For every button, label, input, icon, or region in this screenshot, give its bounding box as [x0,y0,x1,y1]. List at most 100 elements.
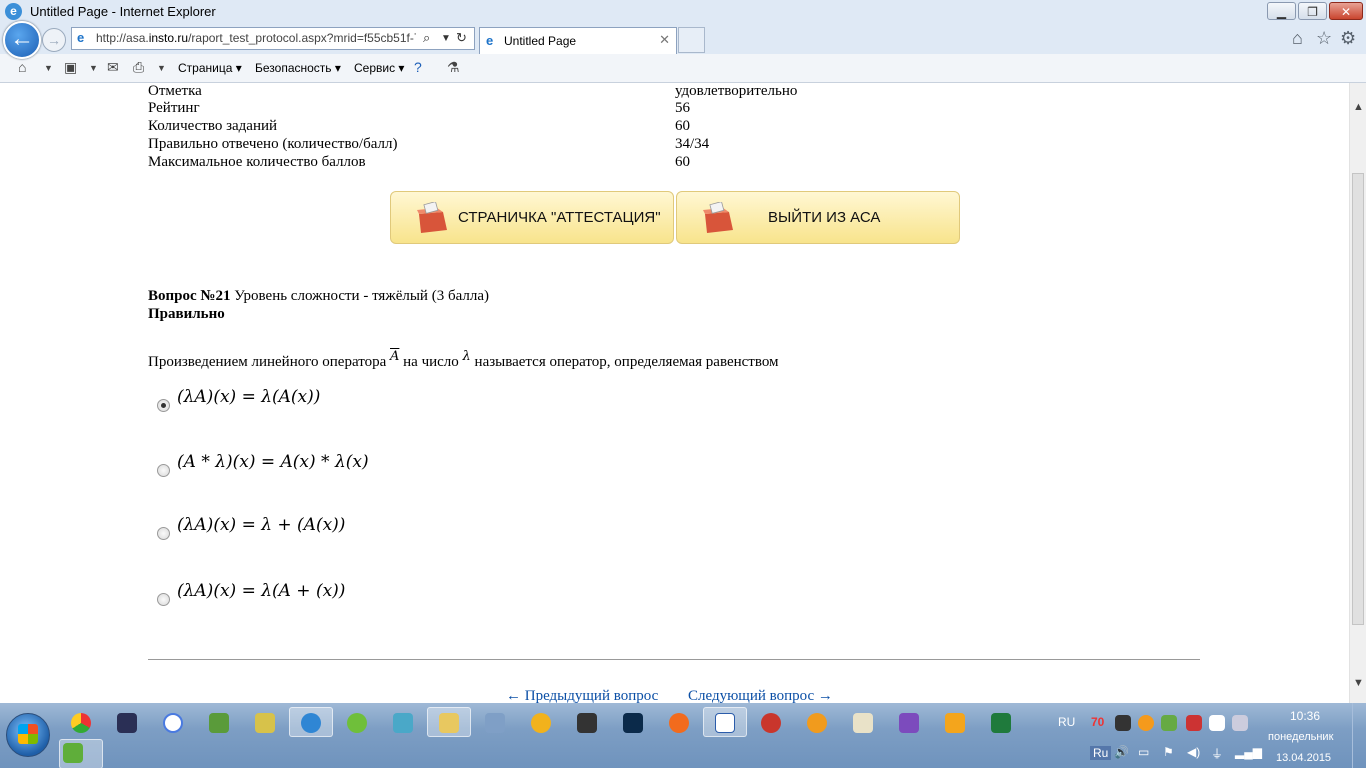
avast-tray-icon[interactable] [1138,715,1154,731]
tab-untitled-page[interactable]: e Untitled Page ✕ [479,27,677,54]
calendar-app-icon[interactable] [761,713,781,733]
ballot-box-icon [417,202,447,233]
flag-tray-icon[interactable]: ⚑ [1163,745,1174,759]
vertical-scrollbar[interactable]: ▲ ▼ [1349,83,1366,703]
page-menu[interactable]: Страница ▾ [178,61,242,75]
volume-icon[interactable]: ◀) [1187,745,1200,759]
bluestacks-tray-icon[interactable] [1161,715,1177,731]
stat-label: Максимальное количество баллов [148,154,366,170]
address-bar[interactable]: e http://asa.insto.ru/raport_test_protoc… [71,27,475,50]
notification-badge[interactable]: 70 [1091,715,1104,729]
excel-icon[interactable] [991,713,1011,733]
firefox-icon[interactable] [669,713,689,733]
word-icon[interactable] [715,713,735,733]
question-header: Вопрос №21 Уровень сложности - тяжёлый (… [148,288,489,305]
taskbar: RU 70 Ru 🔊 ▭ ⚑ ◀) ⏚ ▂▄▆ 10:36 понедельни… [0,703,1366,769]
minimize-button[interactable]: ▁ [1267,2,1296,20]
scrollbar-thumb[interactable] [1352,173,1364,625]
grid-app-icon[interactable] [853,713,873,733]
display-tray-icon[interactable]: ▭ [1138,745,1149,759]
feeds-dropdown-icon[interactable]: ▼ [89,63,98,73]
address-url[interactable]: http://asa.insto.ru/raport_test_protocol… [96,31,416,45]
mail-icon[interactable]: ✉ [107,59,119,76]
attestation-page-button[interactable]: СТРАНИЧКА "АТТЕСТАЦИЯ" [390,191,674,244]
camera-icon[interactable] [577,713,597,733]
ie-logo-icon: e [5,3,22,20]
next-question-link[interactable]: Следующий вопрос → [688,688,833,703]
window-title: Untitled Page - Internet Explorer [30,4,216,19]
folder-icon[interactable] [439,713,459,733]
exit-asa-button[interactable]: ВЫЙТИ ИЗ АСА [676,191,960,244]
scroll-down-arrow-icon[interactable]: ▼ [1353,677,1364,689]
notes-icon[interactable] [255,713,275,733]
print-dropdown-icon[interactable]: ▼ [157,63,166,73]
show-desktop-button[interactable] [1352,703,1366,768]
ballot-box-icon [703,202,733,233]
answer-radio[interactable] [157,593,170,606]
command-bar: ⌂ ▼ ▣ ▼ ✉ ⎙ ▼ Страница ▾ Безопасность ▾ … [0,54,1366,83]
tools-tray-icon[interactable] [1186,715,1202,731]
chrome-icon[interactable] [71,713,91,733]
home-dropdown-icon[interactable]: ▼ [44,63,53,73]
answer-radio[interactable] [157,527,170,540]
pen-tray-icon[interactable] [1232,715,1248,731]
tools-menu-label: Сервис [354,61,396,75]
page-menu-label: Страница [178,61,233,75]
home-icon[interactable]: ⌂ [18,59,26,75]
new-tab-button[interactable] [678,27,705,53]
photoshop-icon[interactable] [623,713,643,733]
visual-studio-icon[interactable] [899,713,919,733]
network-tray-icon[interactable]: ⏚ [1211,745,1223,762]
signal-icon[interactable]: ▂▄▆ [1235,745,1262,759]
favorites-star-icon[interactable]: ☆ [1316,28,1332,49]
question-text: Произведением линейного оператора A на ч… [148,349,779,371]
tab-close-icon[interactable]: ✕ [659,32,670,48]
second-app-icon[interactable] [807,713,827,733]
avast-icon[interactable] [531,713,551,733]
wifi-manager-icon[interactable] [347,713,367,733]
sound-tray-icon[interactable]: 🔊 [1114,745,1129,759]
forward-button[interactable]: → [42,28,66,52]
question-text-part2: на число [403,354,459,370]
close-button[interactable]: ✕ [1329,2,1363,20]
bluestacks-icon[interactable] [63,743,83,763]
clock-time[interactable]: 10:36 [1290,709,1320,723]
research-icon[interactable]: ⚗ [447,59,460,76]
scroll-up-arrow-icon[interactable]: ▲ [1353,101,1364,113]
language-indicator[interactable]: RU [1058,715,1075,729]
restore-button[interactable]: ❐ [1298,2,1327,20]
print-icon[interactable]: ⎙ [133,59,144,76]
previous-question-link[interactable]: ← Предыдущий вопрос [506,688,658,703]
stat-label: Количество заданий [148,118,278,134]
media-player-icon[interactable] [117,713,137,733]
clock-day[interactable]: понедельник [1268,731,1333,743]
android-icon[interactable] [209,713,229,733]
start-button[interactable] [6,713,50,757]
answer-radio[interactable] [157,399,170,412]
back-button[interactable]: ← [3,21,41,59]
language-bar[interactable]: Ru [1090,746,1112,760]
settings-gear-icon[interactable]: ⚙ [1340,28,1356,49]
clock-date[interactable]: 13.04.2015 [1276,752,1331,764]
ie-icon[interactable] [301,713,321,733]
desktop-icon[interactable] [393,713,413,733]
help-icon[interactable]: ? [414,59,422,75]
dropdown-arrow-icon[interactable]: ▼ [441,33,451,44]
page-content: Отметка удовлетворительно Рейтинг 56 Колич… [0,83,1349,703]
search-icon[interactable]: ⌕ [423,30,430,46]
refresh-icon[interactable]: ↻ [456,30,467,46]
answer-radio[interactable] [157,464,170,477]
answer-formula: (λA)(x) = λ(A + (x)) [177,581,346,601]
stat-row-max-score: Максимальное количество баллов 60 [148,154,690,172]
stat-value: 60 [675,154,690,170]
home-icon[interactable]: ⌂ [1292,28,1303,49]
speaker-app-icon[interactable] [485,713,505,733]
stat-row-correct: Правильно отвечено (количество/балл) 34/3… [148,136,709,154]
safety-menu[interactable]: Безопасность ▾ [255,61,341,75]
daemon-tools-icon[interactable] [163,713,183,733]
video-player-icon[interactable] [945,713,965,733]
chart-tray-icon[interactable] [1209,715,1225,731]
tools-menu[interactable]: Сервис ▾ [354,61,404,75]
feeds-icon[interactable]: ▣ [64,59,77,76]
nvidia-icon[interactable] [1115,715,1131,731]
